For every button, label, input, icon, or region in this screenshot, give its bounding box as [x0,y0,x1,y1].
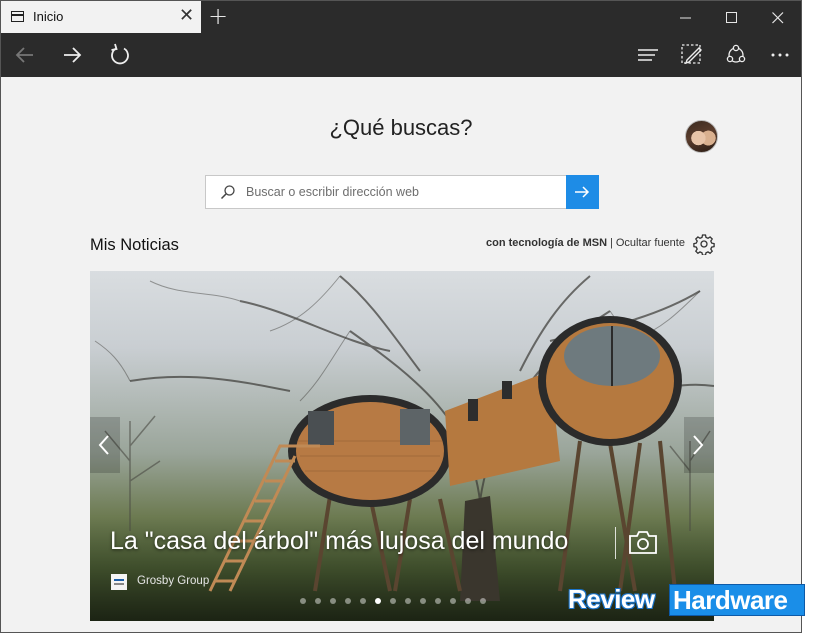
carousel-indicators [300,598,486,606]
search-icon [220,185,235,200]
carousel-next-button[interactable] [684,417,714,473]
news-carousel[interactable]: La "casa del árbol" más lujosa del mundo… [90,271,714,621]
share-button[interactable] [722,41,750,69]
maximize-button[interactable] [709,1,755,33]
powered-by-msn[interactable]: con tecnología de MSN [486,237,607,249]
watermark-hardware: Hardware [669,584,805,616]
carousel-dot[interactable] [345,598,351,604]
carousel-dot[interactable] [465,598,471,604]
carousel-dot[interactable] [480,598,486,604]
news-meta: con tecnología de MSN | Ocultar fuente [486,237,685,249]
close-icon [772,12,784,24]
more-icon [771,53,789,57]
meta-separator: | [610,237,613,249]
chevron-right-icon [693,435,704,455]
watermark-review: Review [568,584,655,614]
carousel-dot[interactable] [390,598,396,604]
news-headline[interactable]: La "casa del árbol" más lujosa del mundo [110,527,568,556]
tab-close-icon[interactable]: ✕ [179,7,194,25]
hub-icon [638,49,658,61]
more-button[interactable] [766,41,794,69]
chevron-left-icon [98,435,109,455]
web-note-button[interactable] [678,41,706,69]
carousel-dot[interactable] [405,598,411,604]
carousel-dot[interactable] [375,598,381,604]
source-logo [111,574,127,590]
forward-button[interactable] [58,41,86,69]
carousel-dot[interactable] [330,598,336,604]
refresh-icon [111,43,129,65]
web-note-icon [681,44,702,65]
page-icon [11,11,24,22]
forward-arrow-icon [64,47,82,63]
tab-bar: Inicio ✕ + [1,1,801,33]
start-page: ¿Qué buscas? Mis Noticias con tecnología… [1,77,801,632]
carousel-dot[interactable] [450,598,456,604]
search-submit-button[interactable] [566,175,599,209]
carousel-dot[interactable] [360,598,366,604]
refresh-button[interactable] [106,41,134,69]
browser-window: Inicio ✕ + ¿Qué buscas? Buscar o escribi… [0,0,802,633]
back-arrow-icon [15,47,33,63]
search-input[interactable] [246,176,562,208]
share-icon [726,44,746,63]
back-button[interactable] [11,41,39,69]
page-heading: ¿Qué buscas? [329,115,473,140]
carousel-dot[interactable] [300,598,306,604]
arrow-right-icon [575,186,590,198]
carousel-dot[interactable] [315,598,321,604]
hide-source-link[interactable]: Ocultar fuente [616,237,685,249]
news-source: Grosby Group [137,575,210,587]
new-tab-button[interactable]: + [208,4,228,28]
hub-button[interactable] [634,41,662,69]
carousel-dot[interactable] [435,598,441,604]
camera-icon [629,531,657,554]
navigation-toolbar [1,33,801,77]
headline-divider [615,527,616,559]
search-box[interactable] [205,175,567,209]
tab-inicio[interactable]: Inicio ✕ [1,1,201,33]
minimize-icon [680,17,691,19]
tab-title: Inicio [33,9,64,24]
carousel-dot[interactable] [420,598,426,604]
gear-icon[interactable] [693,233,715,255]
avatar[interactable] [685,120,718,153]
watermark-logo: Review Hardware [568,584,808,616]
carousel-prev-button[interactable] [90,417,120,473]
news-section-title: Mis Noticias [90,236,179,254]
maximize-icon [726,12,737,23]
news-photo [94,275,714,601]
close-window-button[interactable] [755,1,801,33]
minimize-button[interactable] [663,1,709,33]
